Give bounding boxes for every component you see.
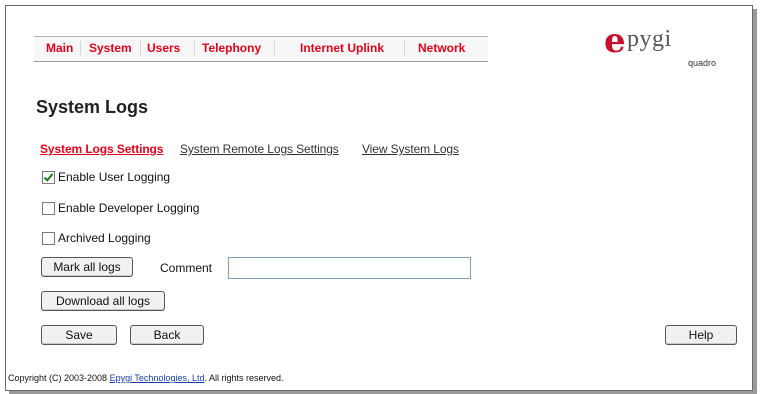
tab-system-logs-settings[interactable]: System Logs Settings: [40, 142, 163, 156]
back-button[interactable]: Back: [130, 325, 204, 345]
tab-system-remote-logs-settings[interactable]: System Remote Logs Settings: [180, 142, 339, 156]
enable-user-logging-label: Enable User Logging: [58, 170, 171, 184]
nav-users[interactable]: Users: [147, 41, 180, 55]
nav-separator: [194, 41, 195, 55]
help-button[interactable]: Help: [665, 325, 737, 345]
page-title: System Logs: [36, 97, 149, 117]
nav-separator: [80, 41, 81, 55]
footer-copyright: Copyright (C) 2003-2008 Epygi Technologi…: [8, 373, 284, 383]
logo-letter: e: [604, 21, 626, 61]
nav-network[interactable]: Network: [418, 41, 465, 55]
footer-company-link[interactable]: Epygi Technologies, Ltd: [110, 373, 205, 383]
enable-user-logging-checkbox[interactable]: [42, 170, 55, 184]
nav-separator: [140, 41, 141, 55]
logo-product: quadro: [688, 58, 717, 68]
nav-main[interactable]: Main: [46, 41, 73, 55]
tab-view-system-logs[interactable]: View System Logs: [362, 142, 459, 156]
comment-label: Comment: [160, 261, 213, 275]
option-enable-developer-logging: Enable Developer Logging: [42, 201, 199, 215]
epygi-logo: e pygi quadro: [604, 20, 724, 75]
logo-name: pygi: [627, 26, 672, 52]
download-all-logs-button[interactable]: Download all logs: [41, 291, 165, 311]
footer-prefix: Copyright (C) 2003-2008: [8, 373, 110, 383]
nav-system[interactable]: System: [89, 41, 132, 55]
footer-suffix: . All rights reserved.: [204, 373, 284, 383]
nav-telephony[interactable]: Telephony: [202, 41, 261, 55]
archived-logging-label: Archived Logging: [58, 231, 151, 245]
nav-separator: [274, 41, 275, 55]
nav-internet-uplink[interactable]: Internet Uplink: [300, 41, 384, 55]
option-enable-user-logging: Enable User Logging: [42, 170, 170, 184]
main-navbar: Main System Users Telephony Internet Upl…: [34, 36, 488, 62]
comment-input[interactable]: [228, 257, 471, 279]
enable-developer-logging-label: Enable Developer Logging: [58, 201, 200, 215]
option-archived-logging: Archived Logging: [42, 231, 151, 245]
nav-separator: [404, 41, 405, 55]
save-button[interactable]: Save: [41, 325, 117, 345]
enable-developer-logging-checkbox[interactable]: [42, 201, 55, 215]
archived-logging-checkbox[interactable]: [42, 231, 55, 245]
mark-all-logs-button[interactable]: Mark all logs: [41, 257, 133, 277]
